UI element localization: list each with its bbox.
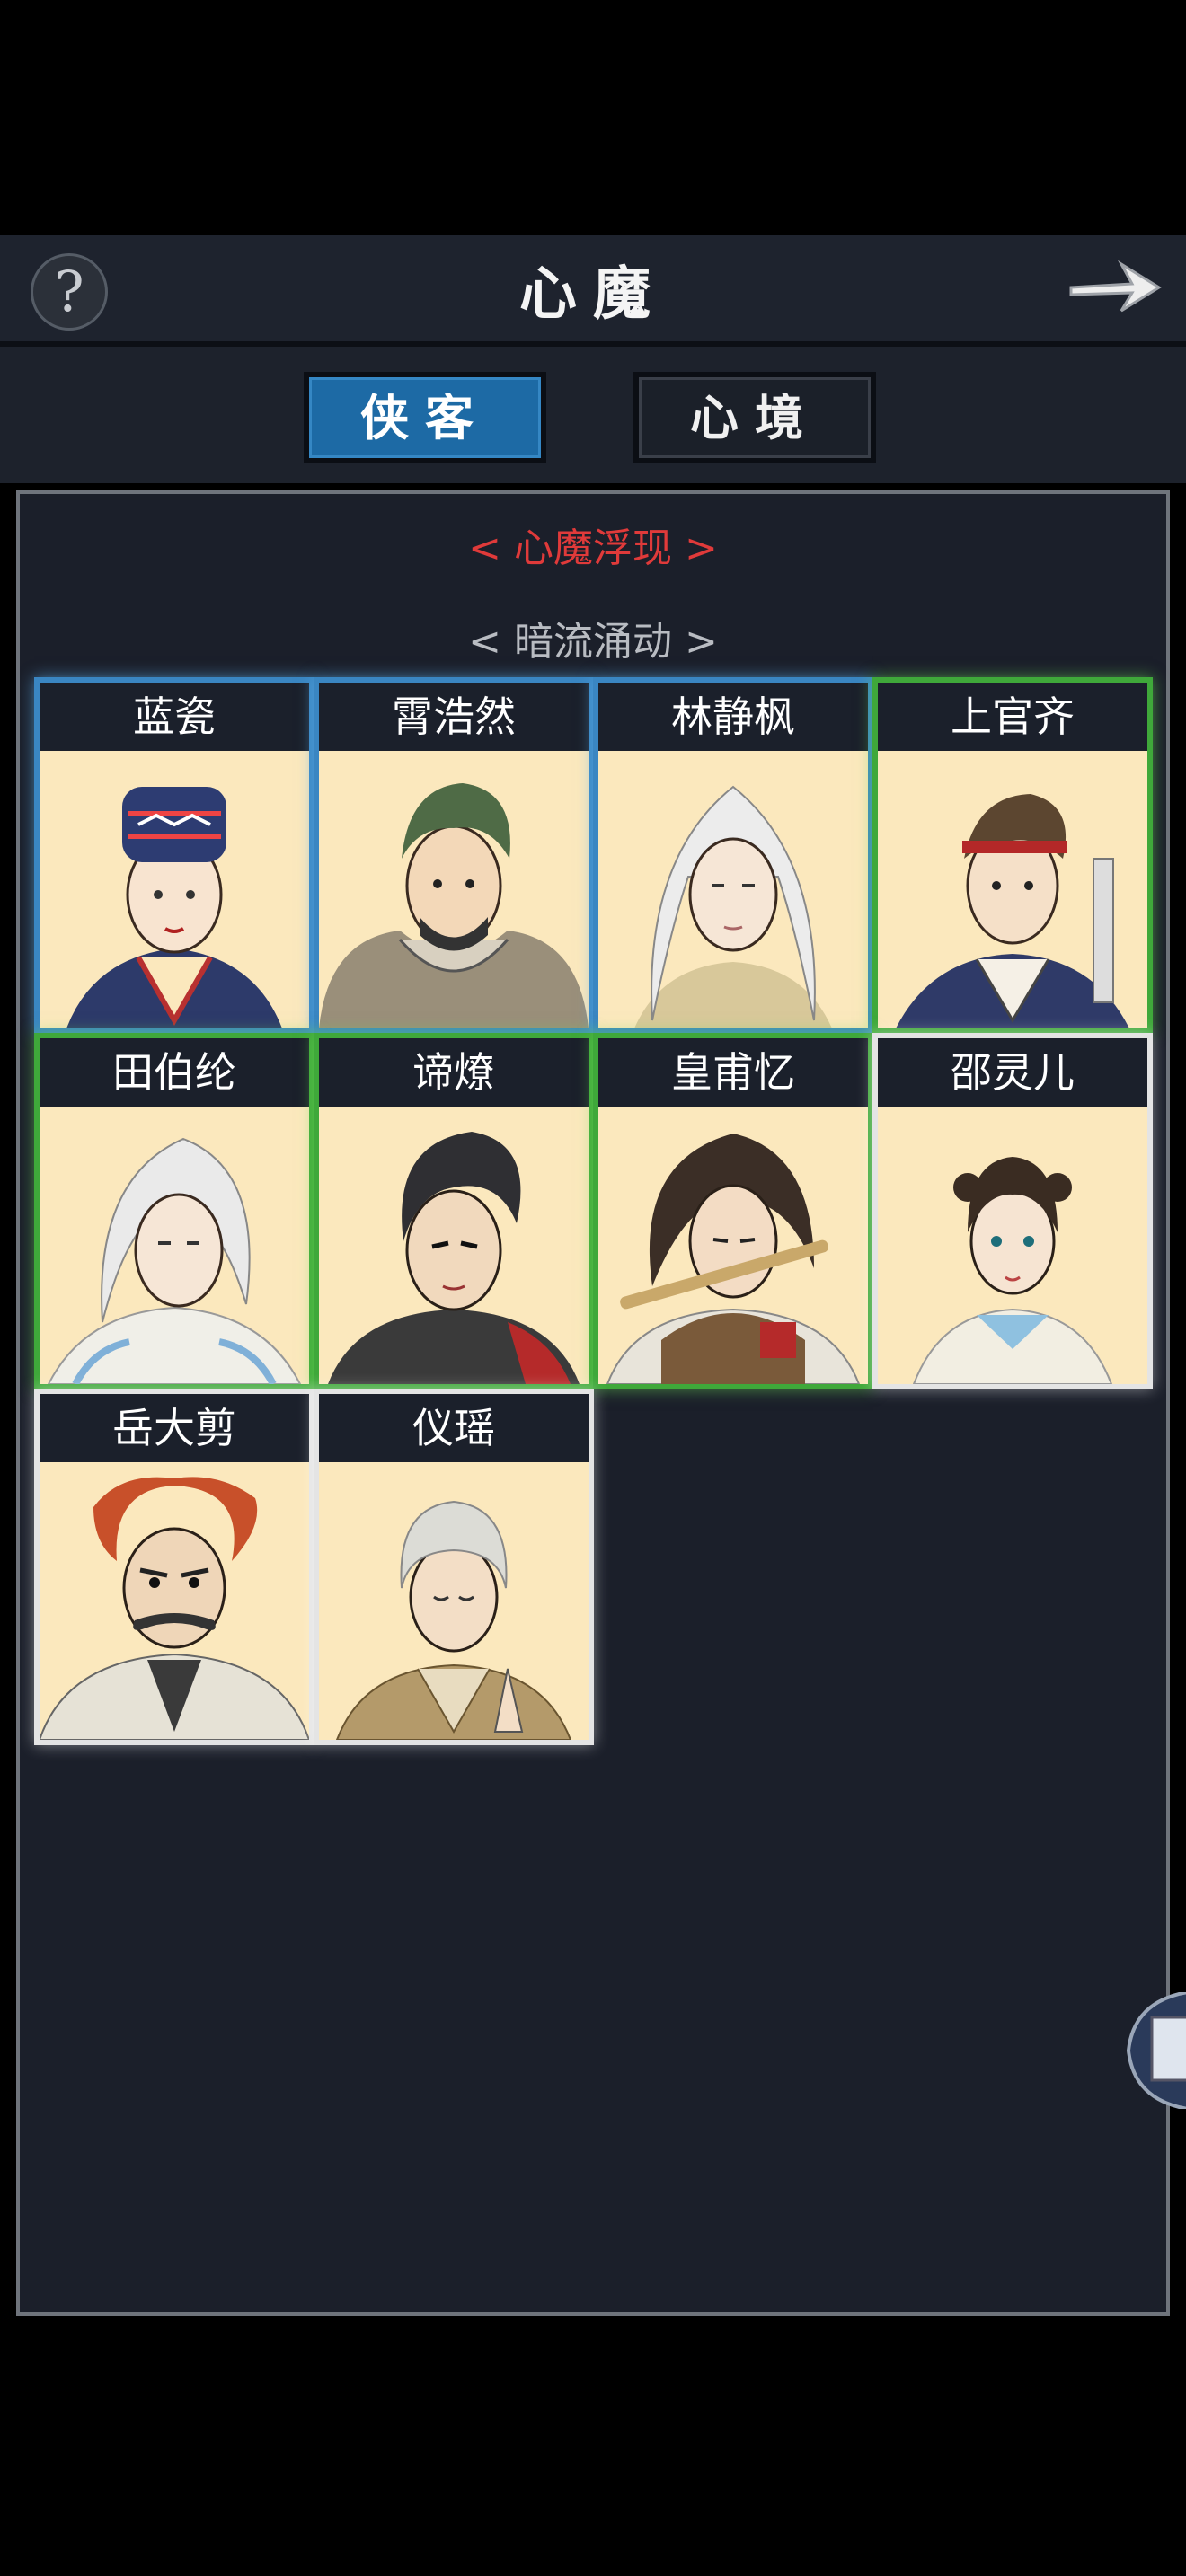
hero-card[interactable]: 仪瑶 — [319, 1394, 589, 1740]
hero-card[interactable]: 谛燎 — [319, 1038, 589, 1384]
hero-portrait — [598, 751, 868, 1028]
tab-mindset[interactable]: 心境 — [633, 372, 876, 463]
hero-card[interactable]: 林静枫 — [598, 683, 868, 1028]
hero-card[interactable]: 岳大剪 — [40, 1394, 309, 1740]
top-bar: ? 心魔 — [0, 235, 1186, 347]
hero-panel: < 心魔浮现 > < 暗流涌动 > 蓝瓷 霄浩然 林静枫 上官齐 田伯纶 谛燎 … — [16, 490, 1170, 2316]
scroll-emblem-icon[interactable] — [1125, 1992, 1186, 2109]
hero-portrait — [319, 751, 589, 1028]
hero-name: 上官齐 — [878, 683, 1147, 751]
hero-name: 蓝瓷 — [40, 683, 309, 751]
arrow-right-icon[interactable] — [1062, 248, 1168, 325]
hero-name: 谛燎 — [319, 1038, 589, 1107]
hero-name: 仪瑶 — [319, 1394, 589, 1462]
hero-card[interactable]: 邵灵儿 — [878, 1038, 1147, 1384]
hero-portrait — [598, 1107, 868, 1384]
hero-card[interactable]: 霄浩然 — [319, 683, 589, 1028]
hero-card[interactable]: 蓝瓷 — [40, 683, 309, 1028]
tab-heroes[interactable]: 侠客 — [304, 372, 546, 463]
hero-name: 田伯纶 — [40, 1038, 309, 1107]
hero-portrait — [319, 1107, 589, 1384]
hero-card[interactable]: 上官齐 — [878, 683, 1147, 1028]
hero-portrait — [40, 1107, 309, 1384]
hero-name: 邵灵儿 — [878, 1038, 1147, 1107]
page-title: 心魔 — [519, 260, 667, 328]
bottom-bar — [0, 2332, 1186, 2576]
hero-card[interactable]: 田伯纶 — [40, 1038, 309, 1384]
hero-name: 林静枫 — [598, 683, 868, 751]
hero-portrait — [319, 1462, 589, 1740]
section-header-inner-demon: < 心魔浮现 > — [468, 525, 718, 571]
hero-name: 皇甫忆 — [598, 1038, 868, 1107]
tab-bar: 侠客 心境 — [0, 347, 1186, 483]
hero-name: 霄浩然 — [319, 683, 589, 751]
hero-portrait — [878, 751, 1147, 1028]
hero-portrait — [40, 1462, 309, 1740]
hero-portrait — [40, 751, 309, 1028]
hero-name: 岳大剪 — [40, 1394, 309, 1462]
section-header-undercurrent: < 暗流涌动 > — [468, 619, 718, 665]
hero-card[interactable]: 皇甫忆 — [598, 1038, 868, 1384]
hero-portrait — [878, 1107, 1147, 1384]
